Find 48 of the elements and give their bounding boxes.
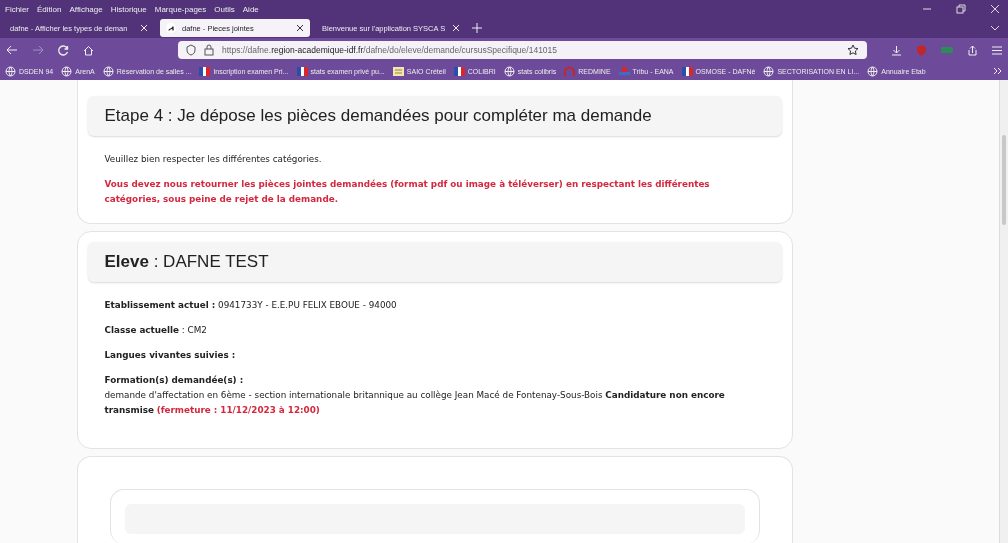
- star-icon[interactable]: [847, 44, 859, 56]
- lock-icon: [204, 44, 214, 56]
- back-icon[interactable]: [6, 45, 18, 55]
- globe-icon: [61, 65, 73, 77]
- formation-text: demande d'affectation en 6ème - section internationale britannique au collège Jean Macé de Fontenay-Sous-Bois Candidature non encore transmise (fermeture : 11/12/2023 à 12:00): [104, 389, 726, 417]
- globe-icon: [102, 65, 114, 77]
- field-text: Classe actuelle : CM2: [104, 324, 208, 337]
- close-icon[interactable]: [296, 24, 304, 32]
- student-name: Eleve : DAFNE TEST: [104, 252, 270, 272]
- menu-item[interactable]: Historique: [110, 4, 147, 14]
- shield-icon: [186, 44, 196, 56]
- menu-item[interactable]: Affichage: [69, 4, 103, 14]
- share-icon[interactable]: [967, 44, 978, 56]
- flag-icon: [453, 65, 465, 77]
- restore-icon[interactable]: [956, 4, 966, 14]
- globe-icon: [763, 65, 775, 77]
- reload-icon[interactable]: [58, 44, 69, 56]
- chevrons-right-icon[interactable]: [993, 67, 1003, 75]
- address-bar[interactable]: https://dafne.region-academique-idf.fr/dafne/do/eleve/demande/cursusSpecifique/141015: [178, 41, 867, 59]
- menu-item[interactable]: Outils: [214, 4, 235, 14]
- menu-item[interactable]: Fichier: [5, 4, 29, 14]
- home-icon[interactable]: [83, 44, 94, 56]
- globe-icon: [867, 65, 879, 77]
- url-text: https://dafne.region-academique-idf.fr/dafne/do/eleve/demande/cursusSpecifique/141015: [222, 45, 559, 55]
- flag-icon: [681, 65, 693, 77]
- menu-icon[interactable]: [992, 45, 1002, 55]
- globe-icon: [5, 65, 16, 77]
- instruction-text: Veuillez bien respecter les différentes catégories.: [104, 153, 323, 166]
- letter-a-icon: [166, 23, 176, 33]
- menu-item[interactable]: Marque-pages: [154, 4, 207, 14]
- globe-icon: [503, 65, 515, 77]
- flag-icon: [199, 65, 211, 77]
- section-title: Etape 4 : Je dépose les pièces demandées pour compléter ma demande: [104, 106, 653, 126]
- grid-icon: [392, 65, 404, 77]
- field-text: Langues vivantes suivies :: [104, 349, 237, 362]
- field-text: Etablissement actuel : 0941733Y - E.E.PU FELIX EBOUE - 94000: [104, 299, 398, 312]
- chevron-down-icon[interactable]: [990, 25, 1000, 31]
- menu-item[interactable]: Édition: [37, 4, 62, 14]
- menu-item[interactable]: Aide: [242, 4, 259, 14]
- scrollbar[interactable]: [999, 80, 1008, 543]
- flag-icon: [296, 65, 308, 77]
- warning-text: Vous devez nous retourner les pièces jointes demandées (format pdf ou image à téléverser) en respectant les différentes catégories, sous peine de rejet de la demande.: [104, 178, 711, 206]
- scrollbar-thumb[interactable]: [1002, 135, 1006, 225]
- field-label: Formation(s) demandée(s) :: [104, 374, 245, 387]
- plus-icon[interactable]: [472, 23, 482, 33]
- download-icon[interactable]: [891, 44, 902, 56]
- arch-icon: [564, 65, 576, 77]
- bars-icon: [618, 65, 630, 77]
